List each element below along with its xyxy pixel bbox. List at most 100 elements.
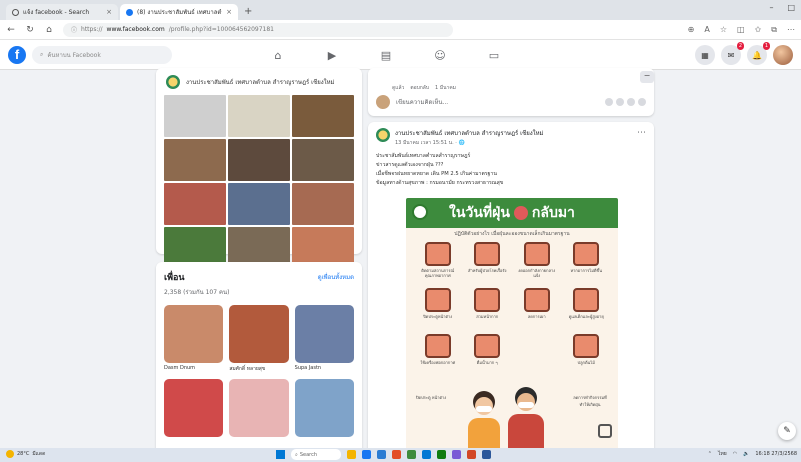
- tab-close-icon[interactable]: ×: [106, 8, 112, 16]
- taskbar-app-icon[interactable]: [467, 450, 476, 459]
- taskbar-app-icon[interactable]: [437, 450, 446, 459]
- tip-icon: [424, 334, 451, 358]
- friend-name[interactable]: Dasm Dnum: [164, 365, 223, 373]
- photo-thumbnail[interactable]: [292, 139, 354, 181]
- taskbar-app-icon[interactable]: [452, 450, 461, 459]
- friend-item[interactable]: Supa Jastn: [294, 305, 354, 373]
- comment-meta-item[interactable]: ตอบกลับ: [410, 84, 429, 92]
- favorites-icon[interactable]: ✩: [755, 25, 762, 35]
- groups-icon[interactable]: ☺: [432, 49, 448, 62]
- taskbar-search[interactable]: ⌕ Search: [291, 449, 341, 460]
- friend-name[interactable]: [164, 439, 223, 447]
- video-icon[interactable]: ▶: [324, 49, 340, 62]
- sticker-icon[interactable]: [605, 98, 613, 106]
- see-all-friends-link[interactable]: ดูเพื่อนทั้งหมด: [318, 272, 354, 282]
- friend-photo[interactable]: [164, 305, 224, 363]
- friend-item[interactable]: [164, 379, 224, 447]
- taskbar-app-icon[interactable]: [422, 450, 431, 459]
- friend-photo[interactable]: [294, 305, 354, 363]
- emoji-icon[interactable]: [616, 98, 624, 106]
- taskbar-app-icon[interactable]: [407, 450, 416, 459]
- favorite-star-icon[interactable]: ☆: [720, 25, 727, 35]
- friend-name[interactable]: Supa Jastn: [295, 365, 354, 373]
- taskbar-app-icon[interactable]: [377, 450, 386, 459]
- avatar[interactable]: [773, 45, 793, 65]
- notifications-bell-icon[interactable]: 🔔 1: [747, 42, 770, 65]
- comment-tools: [605, 98, 646, 106]
- split-screen-icon[interactable]: ◫: [737, 25, 745, 35]
- friend-photo[interactable]: [294, 379, 354, 437]
- marketplace-icon[interactable]: ▤: [378, 49, 394, 62]
- gaming-icon[interactable]: ▭: [486, 49, 502, 62]
- new-message-button[interactable]: ✎: [778, 422, 796, 440]
- gif-icon[interactable]: [638, 98, 646, 106]
- maximize-button[interactable]: □: [787, 3, 795, 12]
- more-icon[interactable]: ⋯: [787, 25, 795, 35]
- avatar[interactable]: [376, 128, 390, 142]
- comment-input[interactable]: เขียนความคิดเห็น...: [396, 97, 599, 107]
- browser-tab-facebook[interactable]: (8) งานประชาสัมพันธ์ เทศบาลตำบล ×: [120, 4, 238, 20]
- friend-item[interactable]: [229, 379, 289, 447]
- wifi-icon[interactable]: ◠: [733, 451, 737, 457]
- post-author[interactable]: งานประชาสัมพันธ์ เทศบาลตำบล สำราญราษฎร์ …: [395, 128, 544, 138]
- facebook-logo-icon[interactable]: f: [8, 45, 26, 64]
- messenger-icon[interactable]: ✉ 2: [721, 42, 744, 65]
- tab-close-icon[interactable]: ×: [226, 8, 232, 16]
- taskbar-app-icon[interactable]: [347, 450, 356, 459]
- tip-caption: สวมหน้ากาก: [476, 314, 499, 319]
- friend-item[interactable]: Dasm Dnum: [164, 305, 224, 373]
- camera-icon[interactable]: [627, 98, 635, 106]
- windows-start-icon[interactable]: [276, 450, 285, 459]
- home-icon[interactable]: ⌂: [270, 49, 286, 62]
- url-input[interactable]: ⓘ https://www.facebook.com/profile.php?i…: [63, 22, 453, 37]
- friend-photo[interactable]: [229, 379, 289, 437]
- infographic-tips: ติดตามสถานการณ์คุณภาพอากาศ สำหรับผู้ป่วยโ…: [406, 240, 618, 378]
- friend-name[interactable]: [229, 439, 288, 447]
- home-icon[interactable]: ⌂: [44, 25, 54, 35]
- menu-grid-icon[interactable]: ▦: [695, 45, 715, 65]
- reload-icon[interactable]: ↻: [25, 25, 35, 35]
- facebook-search-input[interactable]: ⌕ ค้นหาบน Facebook: [32, 45, 172, 64]
- post-timestamp[interactable]: 13 มีนาคม เวลา 15:51 น. · 🌐: [395, 139, 544, 147]
- photo-thumbnail[interactable]: [164, 183, 226, 225]
- taskbar-app-icon[interactable]: [482, 450, 491, 459]
- more-options-icon[interactable]: ⋯: [637, 128, 646, 147]
- post-image-infographic[interactable]: ในวันที่ฝุ่น กลับมา ปฏิบัติตัวอย่างไร เม…: [406, 198, 618, 462]
- collapse-button[interactable]: −: [640, 71, 654, 83]
- back-arrow-icon[interactable]: ←: [6, 25, 16, 35]
- photo-thumbnail[interactable]: [292, 183, 354, 225]
- facebook-account-controls: ▦ ✉ 2 🔔 1: [695, 42, 793, 65]
- friend-name[interactable]: [295, 439, 354, 447]
- photo-thumbnail[interactable]: [228, 183, 290, 225]
- zoom-icon[interactable]: ⊕: [688, 25, 695, 35]
- minimize-button[interactable]: –: [769, 3, 773, 12]
- photo-thumbnail[interactable]: [164, 95, 226, 137]
- comment-meta-item[interactable]: ดูแล้ว: [392, 84, 404, 92]
- friend-item[interactable]: สมศักดิ์ หลายสุข: [229, 305, 289, 373]
- browser-tab-search[interactable]: แจ้ง facebook - Search ×: [6, 4, 118, 20]
- new-tab-button[interactable]: +: [244, 4, 252, 20]
- clock[interactable]: 16:18 27/3/2568: [755, 451, 797, 457]
- chevron-up-icon[interactable]: ⌃: [708, 451, 712, 457]
- friend-item[interactable]: [294, 379, 354, 447]
- friend-photo[interactable]: [164, 379, 224, 437]
- feed-post: งานประชาสัมพันธ์ เทศบาลตำบล สำราญราษฎร์ …: [368, 122, 654, 462]
- tip-item: หากอาการไม่ดีขึ้น: [565, 242, 609, 284]
- friend-name[interactable]: สมศักดิ์ หลายสุข: [229, 365, 288, 373]
- photo-thumbnail[interactable]: [164, 139, 226, 181]
- friend-photo[interactable]: [229, 305, 289, 363]
- municipality-seal-icon: [166, 75, 180, 89]
- language-indicator[interactable]: ไทย: [718, 450, 727, 458]
- volume-icon[interactable]: 🔈: [743, 451, 749, 457]
- photo-thumbnail[interactable]: [228, 95, 290, 137]
- taskbar-app-icon[interactable]: [362, 450, 371, 459]
- collections-icon[interactable]: ⧉: [771, 25, 777, 35]
- photo-thumbnail[interactable]: [292, 95, 354, 137]
- photo-thumbnail[interactable]: [228, 139, 290, 181]
- weather-widget[interactable]: 28°C มีแดด: [6, 450, 45, 458]
- read-aloud-icon[interactable]: A: [704, 25, 709, 35]
- taskbar-app-icon[interactable]: [392, 450, 401, 459]
- comment-meta-item: 1 มีนาคม: [435, 85, 456, 91]
- tip-item: สำหรับผู้ป่วยโรคเรื้อรัง: [466, 242, 510, 284]
- tip-item: งดออกกำลังกายกลางแจ้ง: [515, 242, 559, 284]
